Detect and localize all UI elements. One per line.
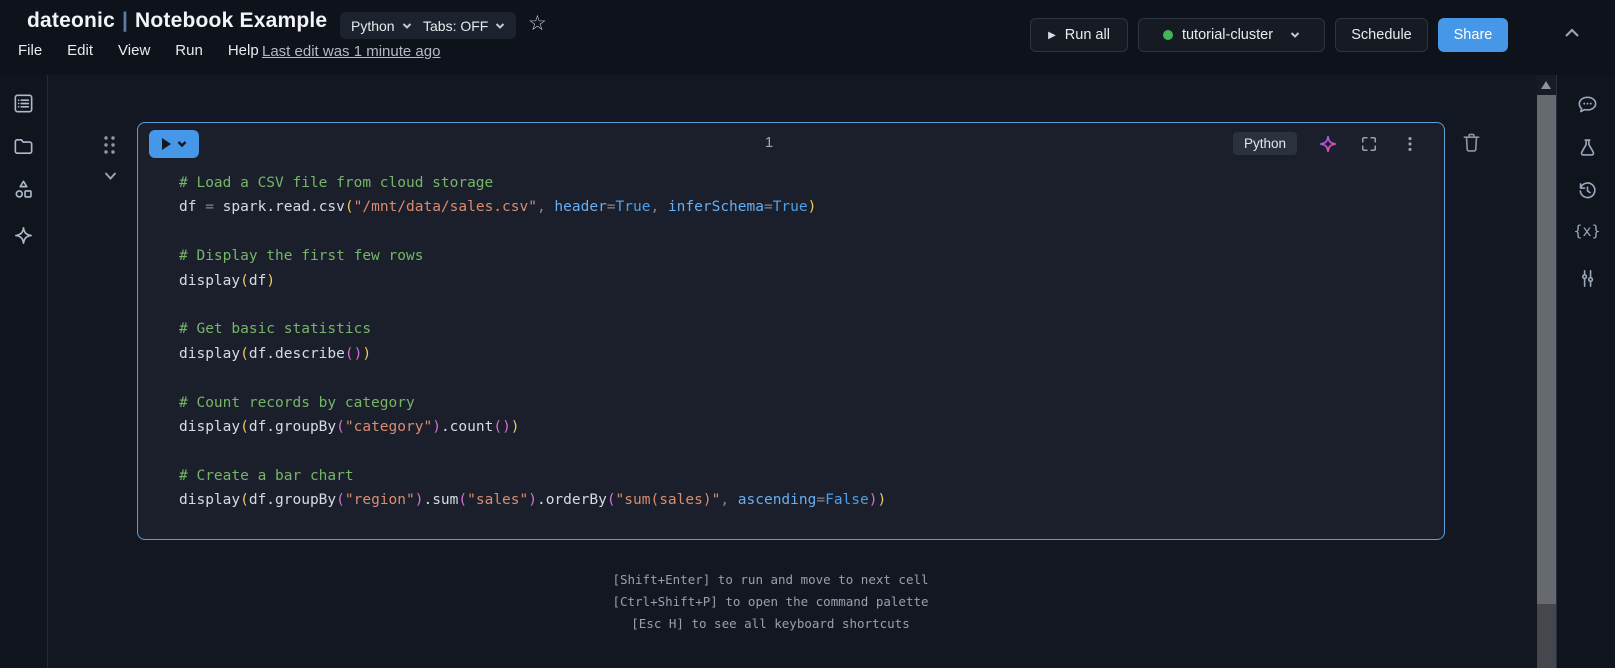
menu-edit[interactable]: Edit	[67, 42, 93, 59]
run-all-button[interactable]: ▶ Run all	[1030, 18, 1128, 52]
keyboard-hints: [Shift+Enter] to run and move to next ce…	[48, 569, 1493, 635]
notebook-title[interactable]: dateonic | Notebook Example	[27, 9, 327, 33]
settings-sliders-icon[interactable]	[1576, 267, 1599, 290]
cell-collapse-chevron[interactable]	[103, 169, 118, 181]
run-cell-button[interactable]	[149, 130, 199, 158]
chevron-down-icon	[1290, 32, 1300, 38]
scrollbar-track[interactable]	[1537, 604, 1556, 668]
trash-icon	[1463, 133, 1480, 152]
menu-bar: File Edit View Run Help	[18, 42, 259, 59]
cluster-status-dot	[1162, 30, 1173, 40]
collapse-header-chevron[interactable]	[1563, 26, 1581, 40]
notebook-title-subtitle: Notebook Example	[135, 9, 328, 32]
last-edit-link[interactable]: Last edit was 1 minute ago	[262, 43, 440, 60]
cell-language-pill[interactable]: Python	[1232, 132, 1297, 155]
variables-icon[interactable]: {x}	[1573, 222, 1601, 245]
share-button[interactable]: Share	[1438, 18, 1508, 52]
cell-drag-handle[interactable]	[102, 135, 118, 155]
code-line[interactable]: # Count records by category	[179, 391, 1428, 415]
title-separator: |	[121, 9, 129, 32]
notebook-app: dateonic | Notebook Example Python Tabs: O…	[0, 0, 1615, 668]
hint-line: [Esc H] to see all keyboard shortcuts	[631, 616, 910, 631]
fullscreen-icon[interactable]	[1359, 134, 1379, 154]
chevron-down-icon	[402, 22, 411, 29]
code-editor[interactable]: # Load a CSV file from cloud storage df =…	[179, 171, 1428, 513]
delete-cell-button[interactable]	[1460, 130, 1483, 155]
cluster-selector[interactable]: tutorial-cluster	[1138, 18, 1325, 52]
code-line[interactable]	[179, 439, 1428, 463]
menu-view[interactable]: View	[118, 42, 150, 59]
variables-glyph: {x}	[1573, 222, 1601, 240]
play-icon: ▶	[1048, 29, 1056, 41]
language-selector-label: Python	[351, 17, 395, 34]
schedule-button[interactable]: Schedule	[1335, 18, 1428, 52]
cell-toolbar: Python	[1232, 132, 1420, 155]
chevron-down-icon	[104, 172, 117, 180]
drag-dots-icon	[104, 136, 115, 154]
right-sidebar: {x}	[1556, 75, 1615, 668]
notebook-panel-icon[interactable]	[12, 92, 35, 115]
cell-number: 1	[764, 134, 774, 151]
notebook-title-name: dateonic	[27, 9, 115, 32]
code-line[interactable]: # Get basic statistics	[179, 317, 1428, 341]
workflows-icon[interactable]	[12, 178, 35, 201]
cluster-name: tutorial-cluster	[1181, 27, 1274, 43]
code-line[interactable]	[179, 366, 1428, 390]
run-all-label: Run all	[1064, 27, 1110, 43]
tabs-selector[interactable]: Tabs: OFF	[412, 12, 517, 39]
code-line[interactable]: display(df.groupBy("category").count())	[179, 415, 1428, 439]
code-line[interactable]	[179, 220, 1428, 244]
comments-icon[interactable]	[1576, 93, 1599, 116]
hint-line: [Ctrl+Shift+P] to open the command palet…	[612, 594, 929, 609]
code-line[interactable]: df = spark.read.csv("/mnt/data/sales.csv…	[179, 195, 1428, 219]
code-line[interactable]: # Create a bar chart	[179, 464, 1428, 488]
language-selector[interactable]: Python	[340, 12, 423, 39]
star-icon[interactable]: ☆	[528, 11, 547, 36]
vertical-scrollbar[interactable]	[1537, 75, 1556, 668]
menu-run[interactable]: Run	[175, 42, 203, 59]
version-history-icon[interactable]	[1576, 179, 1599, 202]
experiments-icon[interactable]	[1576, 136, 1599, 159]
scrollbar-up-arrow[interactable]	[1541, 81, 1551, 89]
tabs-selector-label: Tabs: OFF	[423, 17, 489, 34]
folder-icon[interactable]	[12, 135, 35, 158]
schedule-label: Schedule	[1351, 27, 1412, 43]
left-sidebar	[0, 75, 48, 668]
code-line[interactable]: # Display the first few rows	[179, 244, 1428, 268]
kebab-menu-icon[interactable]	[1400, 134, 1420, 154]
code-line[interactable]	[179, 293, 1428, 317]
hint-line: [Shift+Enter] to run and move to next ce…	[612, 572, 929, 587]
scrollbar-thumb[interactable]	[1537, 95, 1556, 604]
code-line[interactable]: display(df.describe())	[179, 342, 1428, 366]
menu-help[interactable]: Help	[228, 42, 259, 59]
assistant-sparkle-icon[interactable]	[12, 224, 35, 247]
notebook-canvas: 1 Python # Load a CSV file from cloud st…	[48, 75, 1537, 668]
chevron-down-icon	[496, 22, 505, 29]
menu-file[interactable]: File	[18, 42, 42, 59]
chevron-up-icon	[1565, 28, 1579, 37]
play-icon	[161, 138, 171, 150]
assistant-sparkle-icon[interactable]	[1318, 134, 1338, 154]
run-options-chevron-icon[interactable]	[177, 139, 187, 149]
notebook-cell[interactable]: 1 Python # Load a CSV file from cloud st…	[137, 122, 1445, 540]
header-bar: dateonic | Notebook Example Python Tabs: O…	[0, 0, 1615, 75]
code-line[interactable]: # Load a CSV file from cloud storage	[179, 171, 1428, 195]
share-label: Share	[1453, 27, 1493, 43]
code-line[interactable]: display(df.groupBy("region").sum("sales"…	[179, 488, 1428, 512]
code-line[interactable]: display(df)	[179, 269, 1428, 293]
